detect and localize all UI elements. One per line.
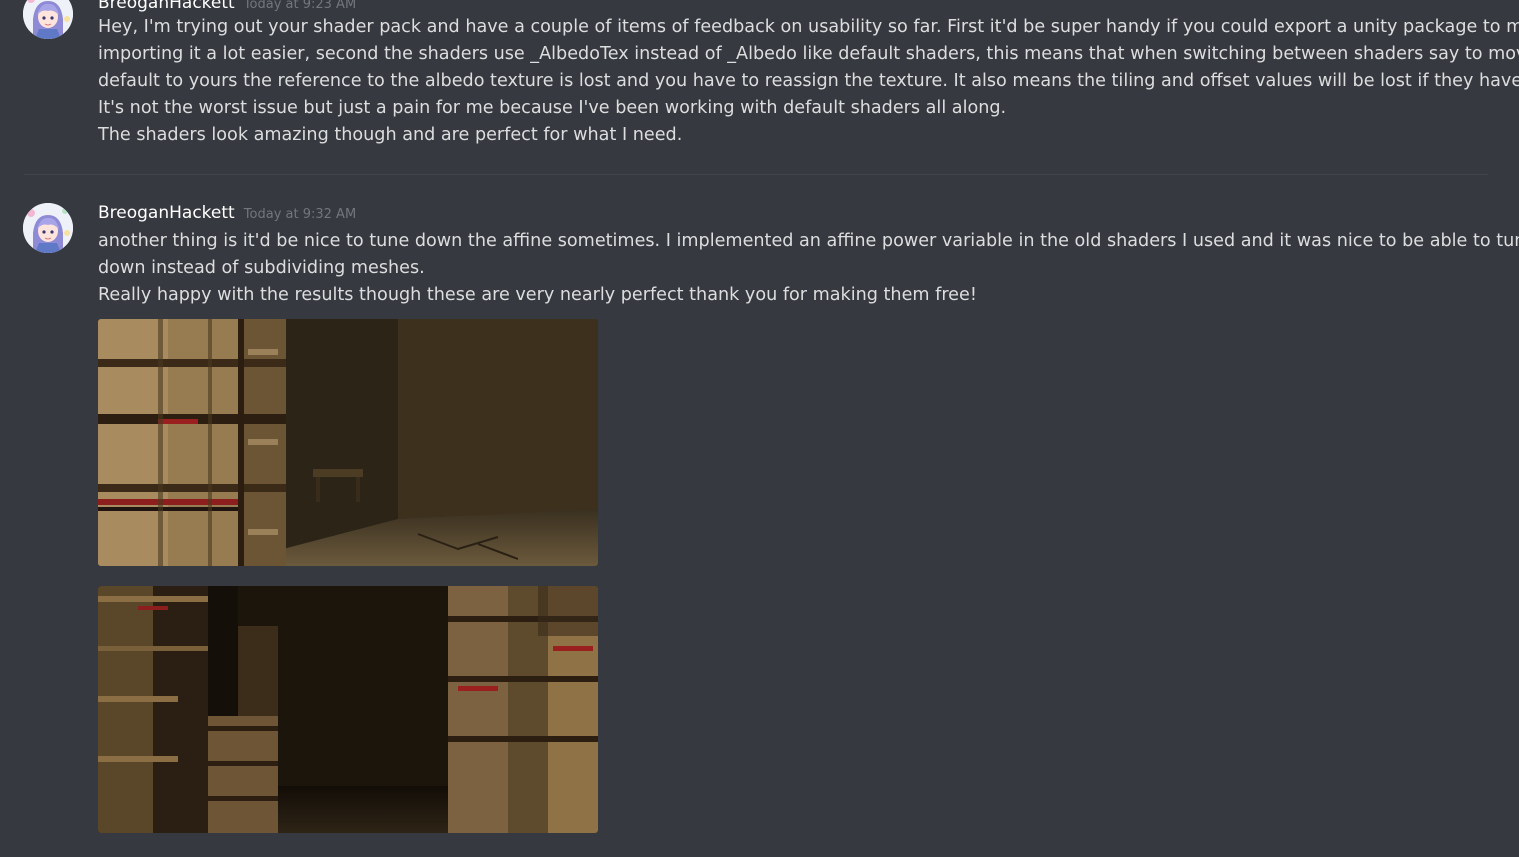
timestamp[interactable]: Today at 9:23 AM [244,0,356,12]
message-content: another thing is it'd be nice to tune do… [98,228,1519,309]
message-line: The shaders look amazing though and are … [98,125,683,145]
avatar[interactable] [23,0,73,39]
message-line: importing it a lot easier, second the sh… [98,44,1519,64]
message-header: BreoganHackett Today at 9:32 AM [98,202,356,226]
username[interactable]: BreoganHackett [98,203,235,223]
message-divider [24,174,1488,175]
message-line: It's not the worst issue but just a pain… [98,98,1007,118]
message-line: down instead of subdividing meshes. [98,258,425,278]
game-screenshot-crates-room [98,319,598,566]
message-line: Hey, I'm trying out your shader pack and… [98,17,1519,37]
username[interactable]: BreoganHackett [98,0,235,13]
message-line: another thing is it'd be nice to tune do… [98,231,1519,251]
avatar[interactable] [23,203,73,253]
image-attachment[interactable] [98,319,598,566]
anime-girl-avatar-icon [23,0,73,39]
anime-girl-avatar-icon [23,203,73,253]
message-line: Really happy with the results though the… [98,285,977,305]
image-attachment[interactable] [98,586,598,833]
game-screenshot-crates-corridor [98,586,598,833]
message-line: default to yours the reference to the al… [98,71,1519,91]
message-content: Hey, I'm trying out your shader pack and… [98,14,1519,149]
chat-messages: BreoganHackett Today at 9:23 AM Hey, I'm… [0,0,1519,857]
timestamp[interactable]: Today at 9:32 AM [244,207,356,222]
